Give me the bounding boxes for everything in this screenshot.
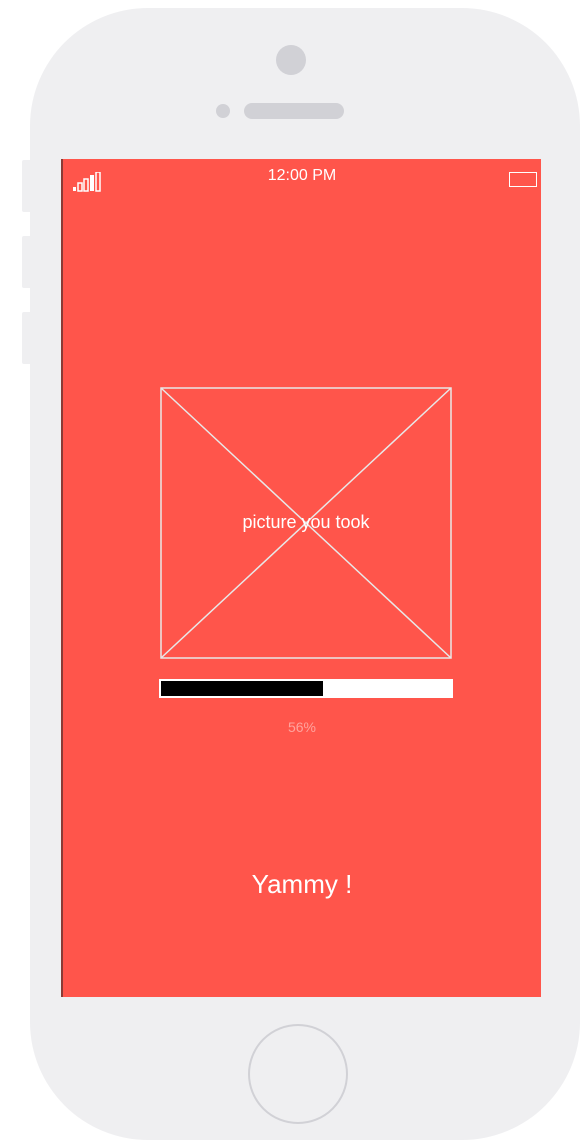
phone-screen: 12:00 PM picture you took 56% Yammy ! <box>61 159 541 997</box>
front-camera <box>276 45 306 75</box>
status-time: 12:00 PM <box>267 167 337 184</box>
stage: 12:00 PM picture you took 56% Yammy ! <box>0 0 580 1148</box>
result-message: Yammy ! <box>251 869 353 899</box>
battery-icon <box>509 172 537 187</box>
progress-fill <box>161 681 324 696</box>
proximity-sensor <box>216 104 230 118</box>
upload-progress-bar <box>159 679 453 698</box>
status-bar: 12:00 PM <box>63 159 541 199</box>
photo-label: picture you took <box>242 512 370 532</box>
earpiece-speaker <box>244 103 344 119</box>
home-button[interactable] <box>248 1024 348 1124</box>
photo-placeholder: picture you took <box>160 387 452 659</box>
progress-percentage: 56% <box>287 719 317 735</box>
